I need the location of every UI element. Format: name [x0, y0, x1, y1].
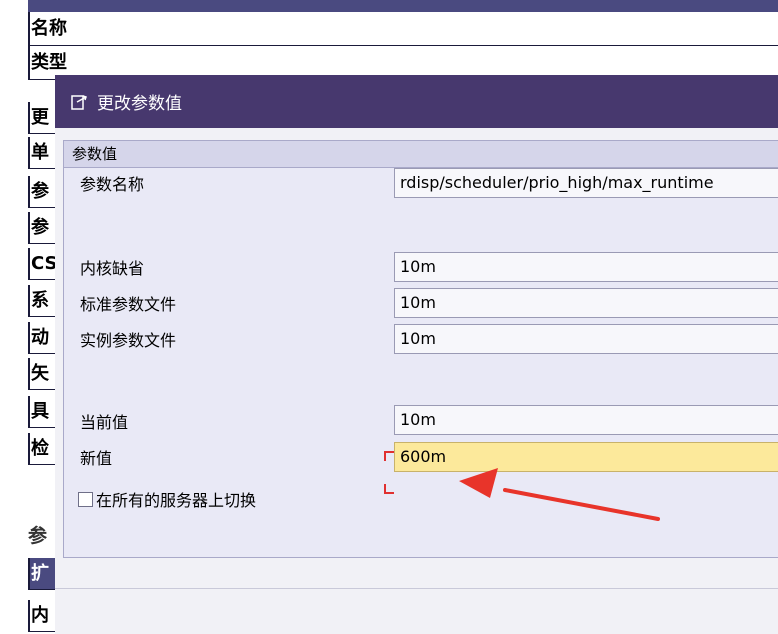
- default-profile-field: 10m: [394, 288, 778, 318]
- background-side-row: 检: [28, 433, 58, 465]
- group-title: 参数值: [64, 141, 778, 168]
- background-side-row: CS: [28, 248, 58, 280]
- dialog-titlebar[interactable]: 更改参数值: [55, 75, 778, 128]
- edit-dialog-icon: [69, 92, 89, 112]
- dialog-title: 更改参数值: [97, 94, 182, 114]
- background-row-label: 类型: [31, 52, 67, 73]
- new-value-input[interactable]: 600m: [394, 442, 778, 472]
- background-row-name: 名称: [28, 12, 778, 46]
- parameter-value-group: 参数值 参数名称 rdisp/scheduler/prio_high/max_r…: [63, 140, 778, 558]
- background-left-margin: [0, 0, 28, 634]
- kernel-default-field: 10m: [394, 252, 778, 282]
- background-row-label: 名称: [31, 18, 67, 39]
- instance-profile-label: 实例参数文件: [80, 331, 177, 350]
- background-side-row: 具: [28, 396, 58, 428]
- kernel-default-label: 内核缺省: [80, 259, 145, 278]
- background-header-strip: [28, 0, 778, 12]
- dialog-footer-divider: [55, 588, 778, 589]
- input-focus-marks: [384, 451, 394, 494]
- background-side-row: 参: [28, 212, 58, 244]
- background-side-row: 动: [28, 322, 58, 354]
- instance-profile-field: 10m: [394, 324, 778, 354]
- background-side-row: 矢: [28, 358, 58, 390]
- param-name-field: rdisp/scheduler/prio_high/max_runtime: [394, 168, 778, 198]
- switch-all-servers-label: 在所有的服务器上切换: [96, 491, 257, 510]
- param-name-label: 参数名称: [80, 175, 145, 194]
- current-value-label: 当前值: [80, 413, 129, 432]
- switch-all-servers-checkbox[interactable]: [78, 491, 93, 507]
- background-side-row: 参: [28, 176, 58, 208]
- change-parameter-dialog: 更改参数值 参数值 参数名称 rdisp/scheduler/prio_high…: [55, 75, 778, 634]
- dialog-body: 参数值 参数名称 rdisp/scheduler/prio_high/max_r…: [55, 128, 778, 634]
- default-profile-label: 标准参数文件: [80, 295, 177, 314]
- background-side-row: 单: [28, 137, 58, 169]
- switch-all-servers-option[interactable]: 在所有的服务器上切换: [78, 487, 256, 511]
- background-side-row: 系: [28, 285, 58, 317]
- new-value-label: 新值: [80, 449, 113, 468]
- background-side-row: 更: [28, 102, 58, 134]
- current-value-field: 10m: [394, 405, 778, 435]
- background-side-row: 扩: [28, 558, 58, 590]
- background-side-row: 内: [28, 600, 58, 632]
